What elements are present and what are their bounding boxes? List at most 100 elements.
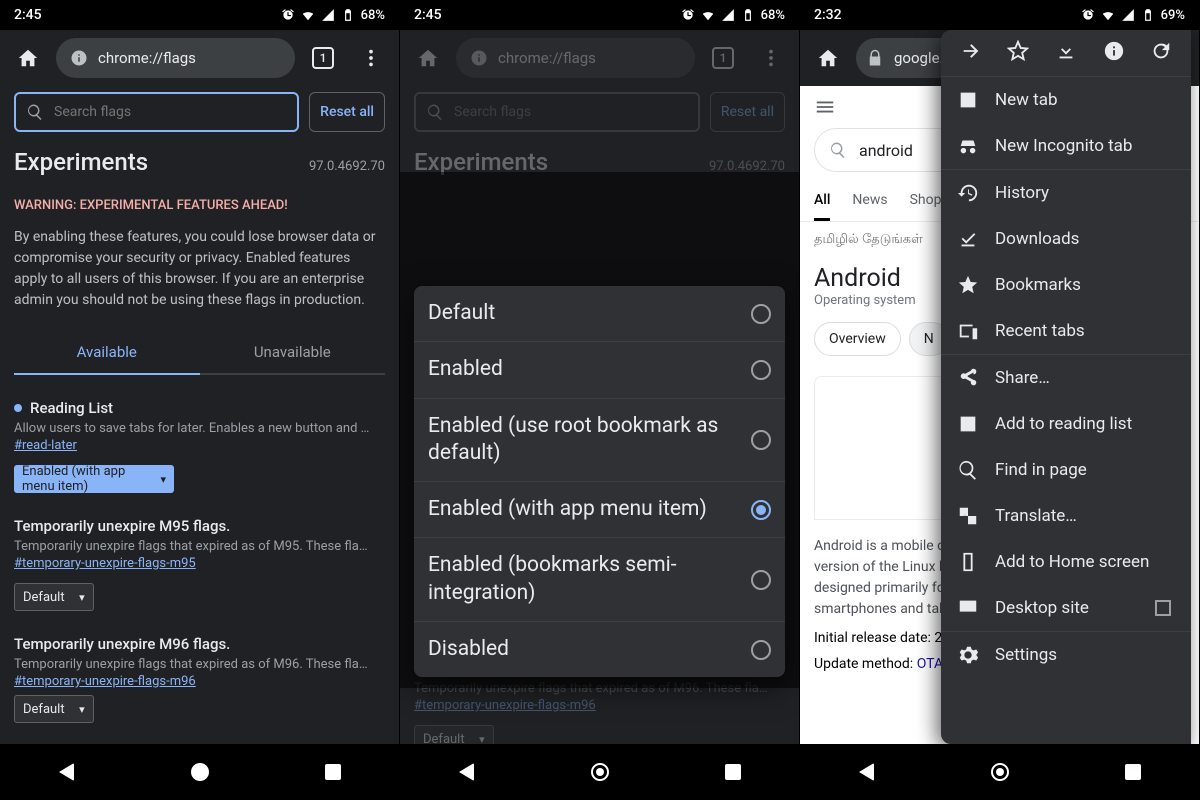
- battery-percent: 68%: [761, 8, 785, 23]
- flag-select[interactable]: Default: [414, 725, 494, 744]
- nav-recents-button[interactable]: [1111, 750, 1155, 794]
- circle-home-icon: [591, 763, 609, 781]
- search-flags-field[interactable]: [454, 104, 688, 120]
- menu-translate[interactable]: Translate…: [941, 493, 1191, 539]
- chip-overview[interactable]: Overview: [814, 322, 901, 356]
- dropdown-option[interactable]: Enabled: [414, 342, 785, 398]
- menu-star-button[interactable]: [1007, 40, 1029, 66]
- nav-recents-button[interactable]: [711, 750, 755, 794]
- tab-count: 1: [312, 47, 334, 69]
- url-text: chrome://flags: [98, 49, 196, 67]
- flag-select[interactable]: Default: [14, 583, 94, 611]
- square-recents-icon: [1125, 764, 1141, 780]
- search-flags-input[interactable]: [14, 92, 299, 132]
- nav-home-button[interactable]: [978, 750, 1022, 794]
- search-flags-input[interactable]: [414, 92, 700, 132]
- reset-all-button[interactable]: Reset all: [710, 92, 785, 132]
- nav-back-button[interactable]: [445, 750, 489, 794]
- info-icon: [70, 49, 88, 67]
- search-icon: [426, 103, 444, 121]
- tab-unavailable[interactable]: Unavailable: [200, 331, 386, 375]
- flag-select[interactable]: Default: [14, 695, 94, 723]
- menu-recent-tabs[interactable]: Recent tabs: [941, 308, 1191, 355]
- tab-available[interactable]: Available: [14, 331, 200, 375]
- overflow-button[interactable]: [751, 38, 791, 78]
- menu-reading-list[interactable]: Add to reading list: [941, 401, 1191, 447]
- menu-desktop-site[interactable]: Desktop site: [941, 585, 1191, 632]
- battery-icon: [741, 8, 755, 22]
- flags-page: Reset all Experiments 97.0.4692.70 #temp…: [400, 86, 799, 744]
- ota-link[interactable]: OTA: [917, 656, 943, 672]
- overflow-button[interactable]: [351, 38, 391, 78]
- wifi-icon: [701, 8, 715, 22]
- home-button[interactable]: [808, 38, 848, 78]
- menu-incognito[interactable]: New Incognito tab: [941, 123, 1191, 170]
- menu-downloads[interactable]: Downloads: [941, 216, 1191, 262]
- flag-hash-link[interactable]: #temporary-unexpire-flags-m95: [14, 556, 196, 571]
- battery-percent: 68%: [361, 8, 385, 23]
- tab-news[interactable]: News: [852, 182, 887, 221]
- changed-dot-icon: [14, 404, 22, 412]
- download-done-icon: [957, 228, 979, 250]
- warning-body: By enabling these features, you could lo…: [14, 227, 385, 311]
- nav-back-button[interactable]: [45, 750, 89, 794]
- hamburger-icon[interactable]: [814, 96, 836, 118]
- triangle-back-icon: [59, 763, 74, 781]
- square-recents-icon: [325, 764, 341, 780]
- reset-all-button[interactable]: Reset all: [309, 92, 385, 132]
- menu-find[interactable]: Find in page: [941, 447, 1191, 493]
- search-flags-field[interactable]: [54, 104, 287, 120]
- checkbox-icon: [1155, 600, 1171, 616]
- tab-shopping[interactable]: Shop: [910, 182, 942, 221]
- search-icon: [957, 459, 979, 481]
- home-icon: [817, 47, 839, 69]
- status-time: 2:45: [414, 7, 442, 23]
- dropdown-option[interactable]: Default: [414, 286, 785, 342]
- flag-hash-link[interactable]: #temporary-unexpire-flags-m96: [414, 698, 596, 713]
- battery-percent: 69%: [1161, 8, 1185, 23]
- nav-home-button[interactable]: [578, 750, 622, 794]
- menu-download-button[interactable]: [1055, 40, 1077, 66]
- menu-share[interactable]: Share…: [941, 355, 1191, 401]
- reading-list-icon: [957, 413, 979, 435]
- info-icon: [1103, 40, 1125, 62]
- battery-icon: [1141, 8, 1155, 22]
- dropdown-option[interactable]: Enabled (bookmarks semi-integration): [414, 538, 785, 622]
- menu-history[interactable]: History: [941, 170, 1191, 216]
- wifi-icon: [1101, 8, 1115, 22]
- menu-settings[interactable]: Settings: [941, 632, 1191, 678]
- flag-select[interactable]: Enabled (with app menu item): [14, 465, 174, 493]
- url-bar[interactable]: chrome://flags: [56, 38, 295, 78]
- circle-home-icon: [191, 763, 209, 781]
- home-button[interactable]: [8, 38, 48, 78]
- nav-recents-button[interactable]: [311, 750, 355, 794]
- triangle-back-icon: [459, 763, 474, 781]
- download-icon: [1055, 40, 1077, 62]
- nav-back-button[interactable]: [845, 750, 889, 794]
- add-home-icon: [957, 551, 979, 573]
- menu-new-tab[interactable]: New tab: [941, 77, 1191, 123]
- tab-switcher-button[interactable]: 1: [703, 38, 743, 78]
- android-status-bar: 2:32 69%: [800, 0, 1199, 30]
- dropdown-option[interactable]: Disabled: [414, 622, 785, 677]
- tab-all[interactable]: All: [814, 182, 830, 221]
- tab-switcher-button[interactable]: 1: [303, 38, 343, 78]
- menu-bookmarks[interactable]: Bookmarks: [941, 262, 1191, 308]
- arrow-forward-icon: [960, 40, 982, 62]
- menu-forward-button[interactable]: [960, 40, 982, 66]
- nav-home-button[interactable]: [178, 750, 222, 794]
- alarm-icon: [681, 8, 695, 22]
- menu-info-button[interactable]: [1103, 40, 1125, 66]
- dropdown-option[interactable]: Enabled (use root bookmark as default): [414, 399, 785, 483]
- flag-hash-link[interactable]: #read-later: [14, 438, 77, 453]
- menu-add-home[interactable]: Add to Home screen: [941, 539, 1191, 585]
- menu-reload-button[interactable]: [1150, 40, 1172, 66]
- battery-icon: [341, 8, 355, 22]
- flag-hash-link[interactable]: #temporary-unexpire-flags-m96: [14, 674, 196, 689]
- url-bar[interactable]: chrome://flags: [456, 38, 695, 78]
- home-button[interactable]: [408, 38, 448, 78]
- star-icon: [957, 274, 979, 296]
- dropdown-option-selected[interactable]: Enabled (with app menu item): [414, 482, 785, 538]
- triangle-back-icon: [859, 763, 874, 781]
- desktop-icon: [957, 597, 979, 619]
